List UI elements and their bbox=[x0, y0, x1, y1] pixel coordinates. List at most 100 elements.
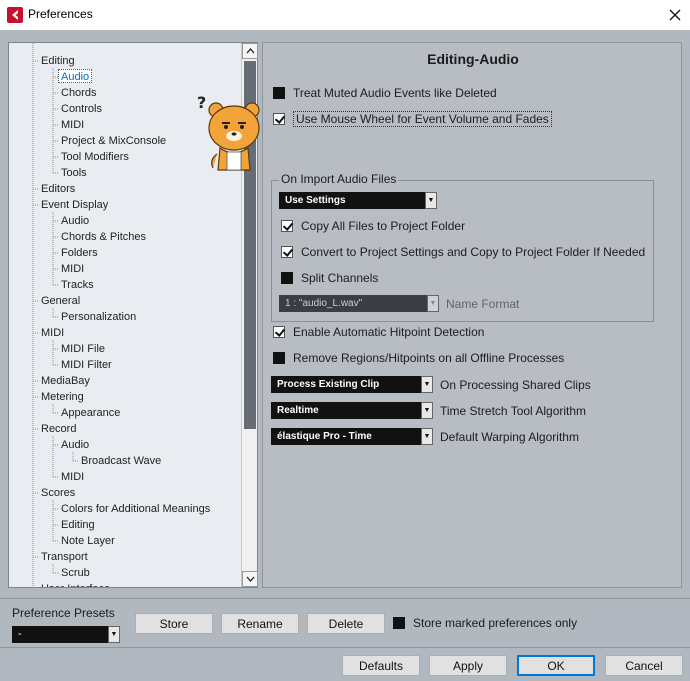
hitpoint-checkbox[interactable] bbox=[273, 326, 285, 338]
mouse-wheel-label: Use Mouse Wheel for Event Volume and Fad… bbox=[293, 111, 552, 127]
tree-item-audio[interactable]: Audio bbox=[61, 438, 89, 452]
shared-clips-label: On Processing Shared Clips bbox=[440, 378, 591, 392]
tree-item-scrub[interactable]: Scrub bbox=[61, 566, 90, 580]
treat-muted-row[interactable]: Treat Muted Audio Events like Deleted bbox=[273, 84, 497, 102]
mouse-wheel-row[interactable]: Use Mouse Wheel for Event Volume and Fad… bbox=[273, 110, 552, 128]
copy-files-checkbox[interactable] bbox=[281, 220, 293, 232]
tree-item-metering[interactable]: Metering bbox=[41, 390, 84, 404]
ok-button[interactable]: OK bbox=[517, 655, 595, 676]
tree-item-chords-pitches[interactable]: Chords & Pitches bbox=[61, 230, 146, 244]
tree-item-broadcast-wave[interactable]: Broadcast Wave bbox=[81, 454, 161, 468]
title-bar: Preferences bbox=[0, 0, 690, 30]
warping-select[interactable]: élastique Pro - Time ▼ bbox=[271, 428, 433, 445]
defaults-button[interactable]: Defaults bbox=[342, 655, 420, 676]
split-channels-checkbox[interactable] bbox=[281, 272, 293, 284]
scroll-down-button[interactable] bbox=[242, 571, 258, 587]
dropdown-arrow-icon: ▼ bbox=[427, 295, 439, 312]
button-row-divider bbox=[0, 647, 690, 648]
tree-item-editing[interactable]: Editing bbox=[41, 54, 75, 68]
time-stretch-value: Realtime bbox=[277, 405, 319, 416]
tree-item-audio[interactable]: Audio bbox=[61, 214, 89, 228]
tree-item-user-interface[interactable]: User Interface bbox=[41, 582, 110, 587]
remove-regions-row[interactable]: Remove Regions/Hitpoints on all Offline … bbox=[273, 349, 564, 367]
convert-checkbox[interactable] bbox=[281, 246, 293, 258]
tree-item-midi[interactable]: MIDI bbox=[61, 118, 84, 132]
tree-item-colors-for-additional-meanings[interactable]: Colors for Additional Meanings bbox=[61, 502, 210, 516]
tree-item-editors[interactable]: Editors bbox=[41, 182, 75, 196]
tree-item-event-display[interactable]: Event Display bbox=[41, 198, 108, 212]
dropdown-arrow-icon: ▼ bbox=[421, 428, 433, 445]
tree-item-midi[interactable]: MIDI bbox=[61, 470, 84, 484]
tree-item-appearance[interactable]: Appearance bbox=[61, 406, 120, 420]
preference-presets-label: Preference Presets bbox=[12, 606, 115, 620]
tree-item-tracks[interactable]: Tracks bbox=[61, 278, 94, 292]
split-channels-row[interactable]: Split Channels bbox=[281, 269, 378, 287]
tree-item-midi-file[interactable]: MIDI File bbox=[61, 342, 105, 356]
tree-item-record[interactable]: Record bbox=[41, 422, 76, 436]
hitpoint-label: Enable Automatic Hitpoint Detection bbox=[293, 325, 485, 339]
settings-panel: Editing-Audio Treat Muted Audio Events l… bbox=[262, 42, 682, 588]
rename-button[interactable]: Rename bbox=[221, 613, 299, 634]
split-channels-label: Split Channels bbox=[301, 271, 379, 285]
copy-files-label: Copy All Files to Project Folder bbox=[301, 219, 466, 233]
tree-item-editing[interactable]: Editing bbox=[61, 518, 95, 532]
close-icon bbox=[669, 9, 681, 21]
tree-item-note-layer[interactable]: Note Layer bbox=[61, 534, 115, 548]
convert-row[interactable]: Convert to Project Settings and Copy to … bbox=[281, 243, 645, 261]
tree-item-general[interactable]: General bbox=[41, 294, 80, 308]
treat-muted-label: Treat Muted Audio Events like Deleted bbox=[293, 86, 497, 100]
import-audio-group-label: On Import Audio Files bbox=[279, 172, 399, 186]
remove-regions-label: Remove Regions/Hitpoints on all Offline … bbox=[293, 351, 565, 365]
tree-item-project-mixconsole[interactable]: Project & MixConsole bbox=[61, 134, 166, 148]
footer-divider bbox=[0, 598, 690, 599]
store-marked-checkbox[interactable] bbox=[393, 617, 405, 629]
window-title: Preferences bbox=[28, 7, 93, 21]
tree-item-tool-modifiers[interactable]: Tool Modifiers bbox=[61, 150, 129, 164]
shared-clips-select[interactable]: Process Existing Clip ▼ bbox=[271, 376, 433, 393]
preferences-dialog: Editing Audio Chords Controls MIDI Project & … bbox=[0, 30, 690, 681]
time-stretch-select[interactable]: Realtime ▼ bbox=[271, 402, 433, 419]
tree-item-tools[interactable]: Tools bbox=[61, 166, 87, 180]
name-format-value: 1 : "audio_L.wav" bbox=[285, 298, 363, 309]
tree-item-mediabay[interactable]: MediaBay bbox=[41, 374, 90, 388]
treat-muted-checkbox[interactable] bbox=[273, 87, 285, 99]
tree-item-chords[interactable]: Chords bbox=[61, 86, 96, 100]
tree-item-midi-filter[interactable]: MIDI Filter bbox=[61, 358, 112, 372]
tree-item-midi[interactable]: MIDI bbox=[61, 262, 84, 276]
preset-value: - bbox=[18, 628, 22, 640]
cancel-button[interactable]: Cancel bbox=[605, 655, 683, 676]
tree-item-audio[interactable]: Audio bbox=[58, 69, 93, 83]
delete-button[interactable]: Delete bbox=[307, 613, 385, 634]
tree-item-midi[interactable]: MIDI bbox=[41, 326, 64, 340]
tree-item-controls[interactable]: Controls bbox=[61, 102, 102, 116]
chevron-down-icon bbox=[246, 576, 254, 582]
shared-clips-value: Process Existing Clip bbox=[277, 379, 380, 390]
store-button[interactable]: Store bbox=[135, 613, 213, 634]
tree-item-transport[interactable]: Transport bbox=[41, 550, 88, 564]
import-mode-select[interactable]: Use Settings ▼ bbox=[279, 192, 437, 209]
remove-regions-checkbox[interactable] bbox=[273, 352, 285, 364]
apply-button[interactable]: Apply bbox=[429, 655, 507, 676]
dropdown-arrow-icon: ▼ bbox=[425, 192, 437, 209]
time-stretch-label: Time Stretch Tool Algorithm bbox=[440, 404, 587, 418]
name-format-label: Name Format bbox=[446, 297, 520, 311]
warping-value: élastique Pro - Time bbox=[277, 431, 372, 442]
hitpoint-row[interactable]: Enable Automatic Hitpoint Detection bbox=[273, 323, 484, 341]
cubase-app-icon bbox=[7, 7, 23, 23]
name-format-select[interactable]: 1 : "audio_L.wav" ▼ bbox=[279, 295, 439, 312]
dropdown-arrow-icon: ▼ bbox=[421, 402, 433, 419]
tree-item-folders[interactable]: Folders bbox=[61, 246, 98, 260]
tree-item-scores[interactable]: Scores bbox=[41, 486, 75, 500]
scroll-up-button[interactable] bbox=[242, 43, 258, 59]
mouse-wheel-checkbox[interactable] bbox=[273, 113, 285, 125]
copy-files-row[interactable]: Copy All Files to Project Folder bbox=[281, 217, 465, 235]
store-marked-label: Store marked preferences only bbox=[413, 616, 578, 630]
preference-presets-select[interactable]: - ▼ bbox=[12, 626, 120, 643]
import-mode-value: Use Settings bbox=[285, 195, 346, 206]
panel-title: Editing-Audio bbox=[427, 51, 519, 67]
bear-mascot-sticker: ? bbox=[197, 93, 260, 171]
dropdown-arrow-icon: ▼ bbox=[108, 626, 120, 643]
tree-item-personalization[interactable]: Personalization bbox=[61, 310, 136, 324]
close-button[interactable] bbox=[660, 0, 690, 30]
store-marked-row[interactable]: Store marked preferences only bbox=[393, 614, 577, 632]
